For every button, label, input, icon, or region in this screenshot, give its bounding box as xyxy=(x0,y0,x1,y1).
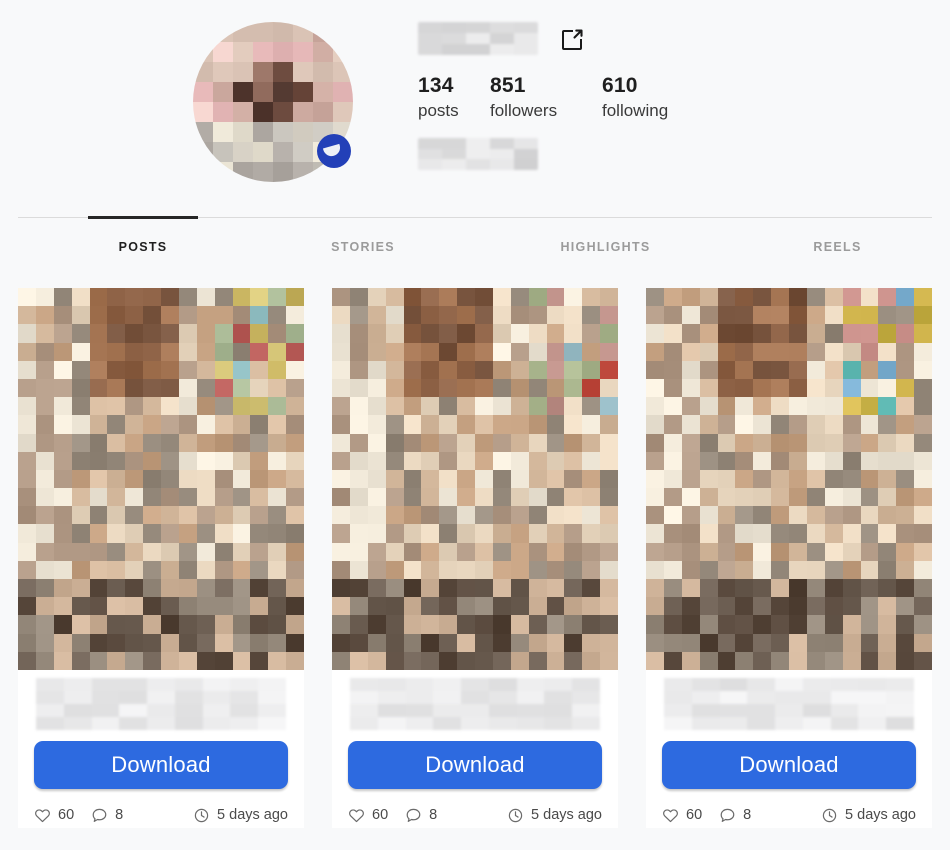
post-card: Download 60 8 5 days ago xyxy=(18,288,304,828)
post-comments: 8 xyxy=(91,807,123,824)
post-time: 5 days ago xyxy=(193,807,288,824)
post-meta: 60 8 5 days ago xyxy=(348,802,602,828)
profile-tab-bar: POSTS STORIES HIGHLIGHTS REELS xyxy=(18,216,932,276)
heart-icon xyxy=(663,808,678,822)
tab-reels[interactable]: REELS xyxy=(760,218,915,276)
post-likes: 60 xyxy=(34,807,74,824)
post-time: 5 days ago xyxy=(821,807,916,824)
post-likes-count: 60 xyxy=(58,807,75,823)
post-comments: 8 xyxy=(719,807,751,824)
stat-followers[interactable]: 851 followers xyxy=(490,74,602,123)
profile-header: 134 posts 851 followers 610 following xyxy=(0,0,950,210)
avatar[interactable] xyxy=(193,22,353,182)
post-likes: 60 xyxy=(348,807,388,824)
post-likes-count: 60 xyxy=(372,807,389,823)
heart-icon xyxy=(349,808,364,822)
bio-blurred xyxy=(418,138,538,170)
stat-followers-label: followers xyxy=(490,101,558,120)
post-comments-count: 8 xyxy=(429,807,438,823)
comment-bubble-icon xyxy=(92,808,107,822)
download-button[interactable]: Download xyxy=(348,741,602,789)
post-thumbnail-pixelated[interactable] xyxy=(332,288,618,670)
download-button[interactable]: Download xyxy=(34,741,288,789)
username-blurred xyxy=(418,22,538,55)
post-likes: 60 xyxy=(662,807,702,824)
clock-icon xyxy=(194,808,209,822)
post-time-text: 5 days ago xyxy=(217,807,288,823)
post-comments-count: 8 xyxy=(115,807,124,823)
stat-posts-value: 134 xyxy=(418,74,454,97)
post-caption-blurred xyxy=(664,678,914,730)
profile-stats: 134 posts 851 followers 610 following xyxy=(418,74,712,123)
post-card: Download 60 8 5 days ago xyxy=(646,288,932,828)
post-thumbnail-pixelated[interactable] xyxy=(646,288,932,670)
post-meta: 60 8 5 days ago xyxy=(34,802,288,828)
post-time-text: 5 days ago xyxy=(845,807,916,823)
stat-posts[interactable]: 134 posts xyxy=(418,74,490,123)
post-time-text: 5 days ago xyxy=(531,807,602,823)
download-button[interactable]: Download xyxy=(662,741,916,789)
post-thumbnail-pixelated[interactable] xyxy=(18,288,304,670)
tab-posts[interactable]: POSTS xyxy=(88,216,198,276)
username-row xyxy=(418,0,712,55)
tab-highlights[interactable]: HIGHLIGHTS xyxy=(518,218,693,276)
post-comments-count: 8 xyxy=(743,807,752,823)
heart-icon xyxy=(35,808,50,822)
post-meta: 60 8 5 days ago xyxy=(662,802,916,828)
post-caption-blurred xyxy=(36,678,286,730)
stat-posts-label: posts xyxy=(418,101,459,120)
post-card: Download 60 8 5 days ago xyxy=(332,288,618,828)
post-time: 5 days ago xyxy=(507,807,602,824)
stat-following[interactable]: 610 following xyxy=(602,74,712,123)
stat-following-label: following xyxy=(602,101,669,120)
post-caption-blurred xyxy=(350,678,600,730)
avatar-badge-icon xyxy=(317,134,351,168)
comment-bubble-icon xyxy=(720,808,735,822)
comment-bubble-icon xyxy=(406,808,421,822)
clock-icon xyxy=(508,808,523,822)
post-likes-count: 60 xyxy=(686,807,703,823)
post-comments: 8 xyxy=(405,807,437,824)
external-link-icon[interactable] xyxy=(562,27,584,50)
clock-icon xyxy=(822,808,837,822)
stat-following-value: 610 xyxy=(602,74,638,97)
tab-stories[interactable]: STORIES xyxy=(278,218,448,276)
external-link-arrow-icon xyxy=(573,29,583,39)
stat-followers-value: 851 xyxy=(490,74,526,97)
posts-grid: Download 60 8 5 days ago Download 60 8 5 days a… xyxy=(18,288,932,828)
profile-info: 134 posts 851 followers 610 following xyxy=(418,0,712,170)
